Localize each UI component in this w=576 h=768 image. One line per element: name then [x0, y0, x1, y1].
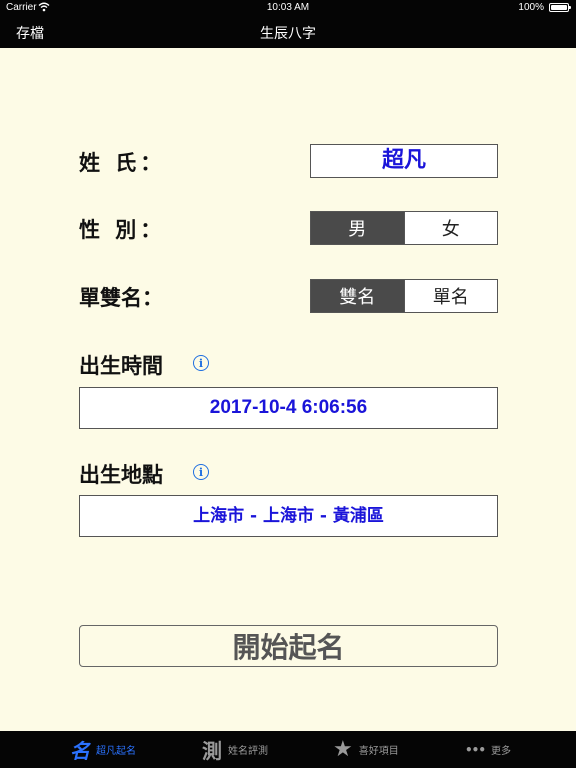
page-title: 生辰八字 [260, 26, 316, 42]
gender-option-female[interactable]: 女 [403, 212, 498, 244]
tab-favorites-label: 喜好項目 [358, 746, 399, 757]
start-naming-button[interactable]: 開始起名 [79, 625, 498, 667]
name-type-label: 單雙名： [79, 286, 163, 310]
battery-icon [549, 3, 571, 12]
test-icon: 測 [202, 739, 222, 763]
tab-more-label: 更多 [491, 746, 512, 757]
surname-field[interactable]: 超凡 [310, 144, 498, 178]
tab-naming-label: 超凡起名 [96, 746, 136, 757]
gender-segmented-control: 男 女 [310, 211, 498, 245]
birth-time-field[interactable]: 2017-10-4 6:06:56 [79, 387, 498, 429]
birth-place-info-icon[interactable]: i [193, 464, 209, 480]
tab-naming[interactable]: 名 超凡起名 [70, 731, 136, 768]
name-icon: 名 [70, 739, 90, 763]
navigation-bar: 存檔 生辰八字 [0, 16, 576, 48]
star-icon: ★ [333, 737, 353, 762]
tab-bar: 名 超凡起名 測 姓名評測 ★ 喜好項目 ••• 更多 [0, 731, 576, 768]
birth-place-label: 出生地點 [79, 463, 163, 487]
surname-label: 姓 氏： [79, 151, 166, 175]
birth-place-field[interactable]: 上海市 - 上海市 - 黃浦區 [79, 495, 498, 537]
name-type-option-single[interactable]: 單名 [403, 280, 498, 312]
tab-favorites[interactable]: ★ 喜好項目 [333, 731, 399, 768]
gender-option-male[interactable]: 男 [311, 212, 404, 244]
battery-percent: 100% [518, 2, 544, 13]
name-type-option-double[interactable]: 雙名 [311, 280, 404, 312]
status-time: 10:03 AM [266, 2, 310, 13]
gender-label: 性 別： [79, 218, 166, 242]
name-type-segmented-control: 雙名 單名 [310, 279, 498, 313]
birth-time-info-icon[interactable]: i [193, 355, 209, 371]
more-icon: ••• [465, 742, 486, 757]
birth-time-label: 出生時間 [79, 354, 163, 378]
tab-evaluation-label: 姓名評測 [228, 746, 268, 757]
tab-evaluation[interactable]: 測 姓名評測 [202, 731, 268, 768]
status-bar: Carrier 10:03 AM 100% [0, 0, 576, 16]
tab-more[interactable]: ••• 更多 [465, 731, 511, 768]
